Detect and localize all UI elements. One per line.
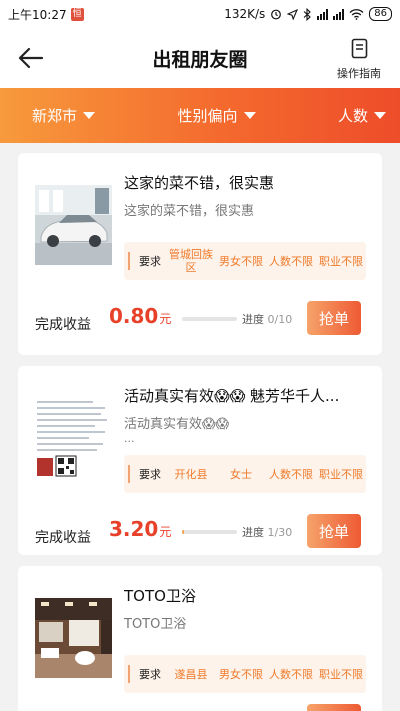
filter-city-label: 新郑市 (32, 107, 78, 125)
requirements-row: 要求 遂昌县 男女不限 人数不限 职业不限 (124, 655, 366, 693)
bluetooth-icon (303, 7, 312, 21)
earnings-label: 完成收益 (35, 317, 91, 333)
grab-order-button[interactable]: 抢单 (307, 514, 361, 548)
tag-gender: 男女不限 (219, 667, 263, 681)
progress-bar (182, 317, 237, 321)
filter-count-label: 人数 (337, 107, 368, 125)
progress-text: 进度 0/10 (242, 311, 292, 327)
filter-city[interactable]: 新郑市 (32, 105, 96, 126)
amount-unit: 元 (159, 525, 172, 539)
card-title: 这家的菜不错，很实惠 (124, 174, 275, 192)
amount-unit: 元 (159, 312, 172, 326)
filter-gender-label: 性别偏向 (177, 107, 238, 125)
card-title: 活动真实有效😱😱 魅芳华千人... (124, 387, 340, 405)
location-icon (287, 8, 299, 20)
amount-value: 0.80 (109, 304, 159, 328)
grab-order-button[interactable] (307, 704, 361, 711)
document-icon (351, 38, 367, 59)
status-bar: 上午10:27 恒 132K/s 86 (0, 0, 400, 28)
network-speed: 132K/s (224, 7, 266, 21)
filter-gender[interactable]: 性别偏向 (177, 105, 256, 126)
card-subtitle: 这家的菜不错，很实惠 (124, 204, 255, 219)
signal-icon (317, 8, 329, 20)
tag-district: 开化县 (174, 467, 208, 481)
accent-bar (128, 252, 130, 270)
tag-gender: 女士 (230, 467, 252, 481)
notification-badge: 恒 (70, 7, 84, 21)
progress-fill (182, 530, 184, 534)
wifi-icon (349, 9, 364, 20)
tag-count: 人数不限 (269, 254, 313, 268)
page-title: 出租朋友圈 (152, 48, 248, 71)
task-card[interactable]: TOTO卫浴 TOTO卫浴 要求 遂昌县 男女不限 人数不限 职业不限 (18, 566, 382, 711)
tag-district: 遂昌县 (174, 667, 208, 681)
progress-label: 进度 (242, 526, 264, 539)
card-subtitle: 活动真实有效😱😱 (124, 417, 230, 432)
earnings-label: 完成收益 (35, 530, 91, 546)
progress-text: 进度 1/30 (242, 524, 292, 540)
tag-occupation: 职业不限 (319, 254, 363, 268)
tag-count: 人数不限 (269, 467, 313, 481)
earnings-amount: 0.80元 (109, 304, 171, 328)
thumbnail-image (35, 598, 112, 678)
card-subtitle-more: ... (124, 432, 135, 445)
amount-value: 3.20 (109, 517, 159, 541)
requirements-label: 要求 (139, 255, 161, 268)
progress-bar (182, 530, 237, 534)
tag-gender: 男女不限 (219, 254, 263, 268)
thumbnail-image (35, 185, 112, 265)
triangle-down-icon (243, 112, 256, 119)
status-time: 上午10:27 (8, 7, 67, 22)
tag-occupation: 职业不限 (319, 667, 363, 681)
tag-occupation: 职业不限 (319, 467, 363, 481)
tag-district: 管城回族区 (169, 248, 213, 274)
header: 出租朋友圈 操作指南 (0, 28, 400, 88)
thumbnail-image (35, 398, 112, 478)
accent-bar (128, 465, 130, 483)
requirements-label: 要求 (139, 668, 161, 681)
filter-count[interactable]: 人数 (338, 105, 386, 126)
requirements-row: 要求 管城回族区 男女不限 人数不限 职业不限 (124, 242, 366, 280)
earnings-amount: 3.20元 (109, 517, 171, 541)
progress-value: 1/30 (267, 526, 293, 539)
accent-bar (128, 665, 130, 683)
grab-order-button[interactable]: 抢单 (307, 301, 361, 335)
battery-icon: 86 (369, 7, 392, 21)
status-icons: 132K/s 86 (224, 7, 392, 21)
requirements-label: 要求 (139, 468, 161, 481)
requirements-row: 要求 开化县 女士 人数不限 职业不限 (124, 455, 366, 493)
triangle-down-icon (83, 112, 96, 119)
signal-icon-2 (333, 8, 345, 20)
card-subtitle: TOTO卫浴 (124, 617, 187, 632)
alarm-icon (271, 9, 282, 20)
triangle-down-icon (373, 112, 386, 119)
back-arrow-icon[interactable] (18, 46, 44, 70)
guide-button[interactable]: 操作指南 (332, 38, 386, 81)
card-title: TOTO卫浴 (124, 587, 196, 605)
progress-value: 0/10 (267, 313, 293, 326)
filter-bar: 新郑市 性别偏向 人数 (0, 88, 400, 143)
guide-label: 操作指南 (337, 67, 381, 80)
tag-count: 人数不限 (269, 667, 313, 681)
task-card[interactable]: 这家的菜不错，很实惠 这家的菜不错，很实惠 要求 管城回族区 男女不限 人数不限… (18, 153, 382, 355)
task-card[interactable]: 活动真实有效😱😱 魅芳华千人... 活动真实有效😱😱 ... 要求 开化县 女士… (18, 366, 382, 555)
progress-label: 进度 (242, 313, 264, 326)
